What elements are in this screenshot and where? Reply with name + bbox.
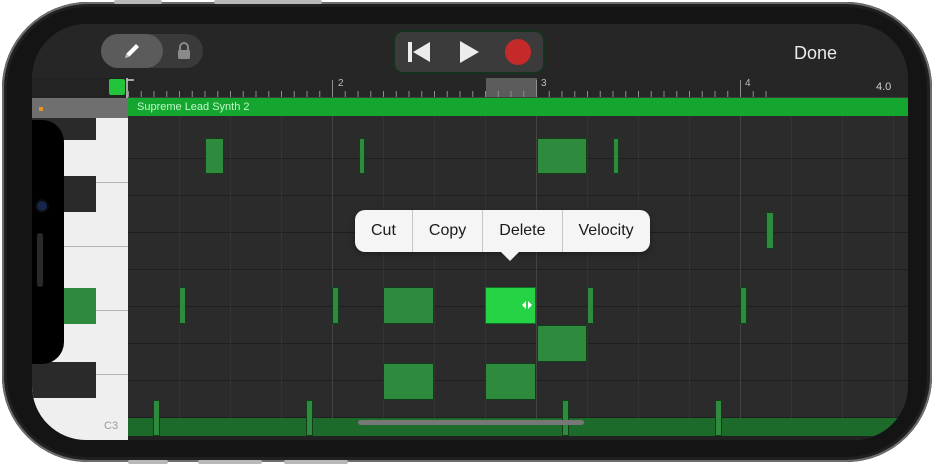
play-icon xyxy=(460,41,479,63)
done-button[interactable]: Done xyxy=(794,43,837,64)
midi-note[interactable] xyxy=(740,287,747,324)
delete-menu-item[interactable]: Delete xyxy=(482,210,561,252)
black-key[interactable] xyxy=(32,362,96,398)
octave-marker xyxy=(39,107,43,111)
midi-note[interactable] xyxy=(383,363,434,400)
midi-note[interactable] xyxy=(587,287,594,324)
midi-note[interactable] xyxy=(332,287,339,324)
bar-number: 4 xyxy=(745,78,751,89)
playhead-bracket xyxy=(126,78,134,98)
camera xyxy=(37,201,47,211)
home-indicator[interactable] xyxy=(358,420,584,425)
velocity-menu-item[interactable]: Velocity xyxy=(561,210,650,252)
go-to-beginning-button[interactable] xyxy=(397,34,441,70)
record-button[interactable] xyxy=(496,34,540,70)
midi-note[interactable] xyxy=(205,138,224,174)
note-context-menu: Cut Copy Delete Velocity xyxy=(355,210,650,261)
phone-frame: Done 2 3 4 4.0 C3 Supreme Lead Synth 2 C… xyxy=(2,0,932,464)
control-bar: Done xyxy=(32,24,908,78)
go-to-beginning-icon xyxy=(408,42,430,62)
notch xyxy=(32,120,64,364)
piano-roll-grid[interactable]: Supreme Lead Synth 2 xyxy=(128,98,908,440)
midi-note[interactable] xyxy=(715,400,722,436)
copy-menu-item[interactable]: Copy xyxy=(411,210,482,252)
cut-menu-item[interactable]: Cut xyxy=(355,210,412,252)
play-button[interactable] xyxy=(447,34,491,70)
midi-note[interactable] xyxy=(179,287,186,324)
edit-mode-toggle xyxy=(101,34,203,68)
playhead-marker[interactable] xyxy=(109,79,125,95)
transport-controls xyxy=(393,30,545,74)
octave-strip xyxy=(32,98,128,118)
side-button xyxy=(284,460,348,464)
lock-icon xyxy=(178,42,190,59)
volume-button xyxy=(214,0,322,4)
midi-note[interactable] xyxy=(537,325,587,362)
midi-note[interactable] xyxy=(613,138,619,174)
menu-pointer xyxy=(501,252,519,261)
side-button xyxy=(198,460,262,464)
speaker xyxy=(37,233,43,287)
midi-note[interactable] xyxy=(153,400,160,436)
volume-button xyxy=(114,0,162,4)
screen: Done 2 3 4 4.0 C3 Supreme Lead Synth 2 C… xyxy=(32,24,908,440)
zoom-level: 4.0 xyxy=(876,81,892,93)
octave-label: C3 xyxy=(104,420,119,432)
side-button xyxy=(128,460,168,464)
midi-note[interactable] xyxy=(562,400,569,436)
bottom-edge xyxy=(128,436,908,440)
midi-note[interactable] xyxy=(383,287,434,324)
midi-note[interactable] xyxy=(359,138,365,174)
bar-number: 3 xyxy=(541,78,547,89)
midi-note[interactable] xyxy=(485,363,536,400)
record-icon xyxy=(505,39,531,65)
midi-note[interactable] xyxy=(537,138,587,174)
bar-number: 2 xyxy=(338,78,344,89)
region-name: Supreme Lead Synth 2 xyxy=(137,101,250,113)
pencil-button[interactable] xyxy=(101,34,163,68)
midi-note[interactable] xyxy=(306,400,313,436)
midi-note[interactable] xyxy=(766,212,774,249)
lock-button[interactable] xyxy=(167,34,201,68)
midi-note-selected[interactable] xyxy=(485,287,536,324)
resize-handle-icon xyxy=(522,301,532,309)
pencil-icon xyxy=(125,44,139,58)
ruler[interactable]: 2 3 4 4.0 xyxy=(32,78,908,98)
ruler-ticks xyxy=(32,78,908,98)
